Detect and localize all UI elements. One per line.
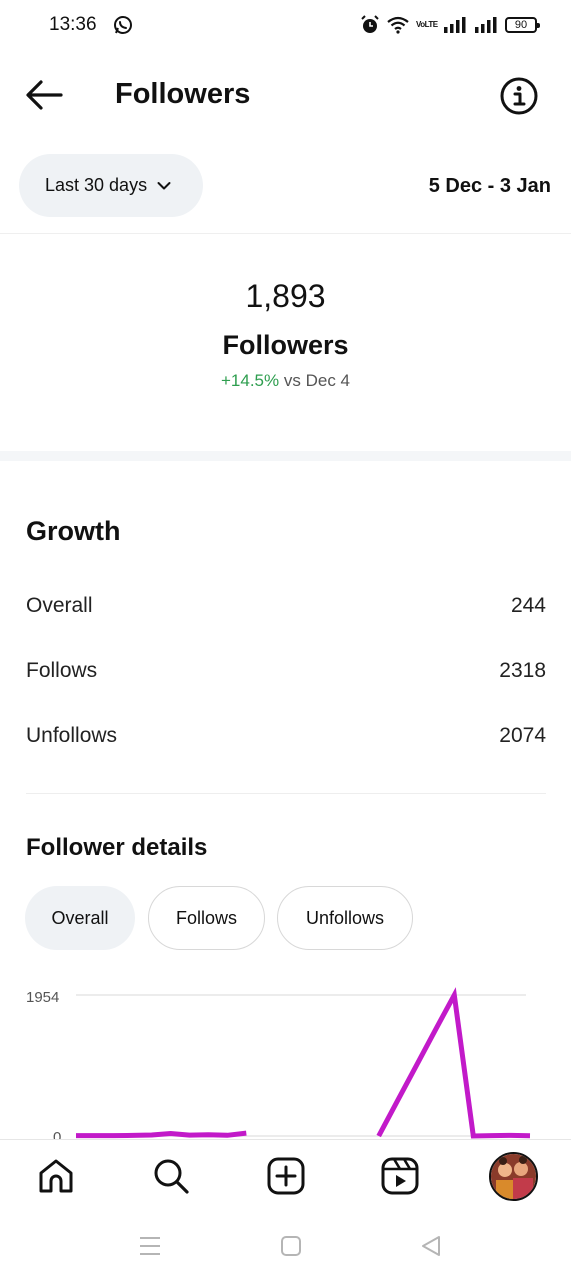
growth-row-value: 244: [510, 594, 546, 617]
battery-icon: 90: [505, 17, 540, 33]
back-button-icon[interactable]: [419, 1234, 443, 1258]
chip-overall[interactable]: Overall: [25, 886, 135, 950]
status-icons: VoLTE 90: [360, 14, 540, 36]
recent-apps-icon[interactable]: [138, 1234, 162, 1258]
wifi-icon: [387, 16, 409, 34]
avatar-image: [491, 1154, 536, 1199]
chart-line-segment-0-1: [376, 987, 531, 1139]
chevron-down-icon: [157, 181, 171, 189]
divider: [0, 233, 571, 234]
change-comparison: vs Dec 4: [279, 371, 350, 390]
chip-unfollows[interactable]: Unfollows: [277, 886, 413, 950]
signal-icon-2: [475, 17, 497, 33]
date-range-text: 5 Dec - 3 Jan: [428, 175, 551, 197]
chip-label: Follows: [175, 907, 237, 928]
follower-chart: 1954 0: [0, 980, 571, 1142]
date-range-dropdown[interactable]: Last 30 days: [19, 154, 203, 217]
home-button-icon[interactable]: [279, 1234, 303, 1258]
back-arrow-icon[interactable]: [24, 78, 64, 112]
chip-follows[interactable]: Follows: [148, 886, 265, 950]
info-icon[interactable]: [499, 76, 539, 116]
follower-chart-svg: 1954 0: [26, 987, 531, 1142]
date-range-dropdown-label: Last 30 days: [45, 175, 148, 195]
follower-count: 1,893: [245, 278, 326, 314]
chip-label: Unfollows: [305, 907, 385, 928]
chart-series: [76, 987, 531, 1139]
growth-row-value: 2074: [499, 724, 546, 747]
growth-row-unfollows: Unfollows 2074: [26, 724, 546, 754]
growth-row-value: 2318: [499, 659, 546, 682]
growth-row-label: Overall: [26, 594, 93, 617]
divider: [26, 793, 546, 794]
follower-count-label: Followers: [222, 330, 349, 360]
search-icon[interactable]: [151, 1156, 191, 1196]
status-bar: 13:36 VoLTE 90: [0, 0, 571, 52]
home-icon[interactable]: [36, 1156, 76, 1196]
header: Followers: [0, 60, 571, 132]
y-tick-label-max: 1954: [26, 989, 59, 1006]
status-time: 13:36: [49, 14, 97, 35]
follower-details-title: Follower details: [26, 834, 208, 861]
chip-label: Overall: [51, 907, 109, 928]
section-divider: [0, 451, 571, 461]
growth-row-overall: Overall 244: [26, 594, 546, 624]
follower-change: +14.5% vs Dec 4: [0, 371, 571, 391]
growth-row-follows: Follows 2318: [26, 659, 546, 689]
create-post-icon[interactable]: [266, 1156, 306, 1196]
profile-avatar[interactable]: [489, 1152, 538, 1201]
signal-icon-1: [444, 17, 466, 33]
growth-row-label: Follows: [26, 659, 98, 682]
alarm-icon: [361, 15, 379, 33]
growth-row-label: Unfollows: [26, 724, 118, 747]
change-percent: +14.5%: [221, 371, 280, 390]
bottom-nav: [0, 1139, 571, 1211]
volte-indicator: VoLTE: [416, 20, 438, 29]
whatsapp-icon: [114, 16, 132, 34]
chart-line-segment-0-0: [76, 1130, 247, 1139]
page-title: Followers: [115, 78, 251, 110]
system-nav-bar: [0, 1212, 571, 1280]
reels-icon[interactable]: [380, 1156, 420, 1196]
growth-title: Growth: [26, 516, 121, 546]
